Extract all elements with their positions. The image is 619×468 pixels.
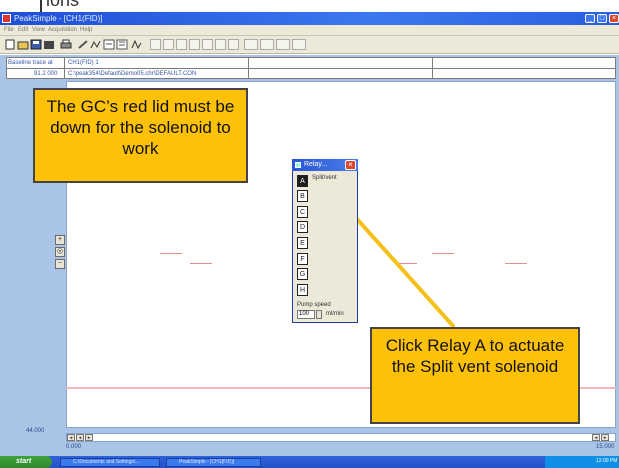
view-mode-3-button[interactable]	[276, 39, 290, 50]
menu-acquisition[interactable]: Acquisition	[48, 26, 77, 35]
view-mode-1-button[interactable]	[244, 39, 258, 50]
relay-window-icon	[295, 162, 301, 168]
scroll-left-button[interactable]: ◂	[67, 434, 75, 441]
scroll-right-page-button[interactable]: ▸	[85, 434, 93, 441]
calibration-icon[interactable]	[103, 39, 115, 50]
flow-input[interactable]: 100	[297, 310, 315, 319]
page-bracket	[40, 0, 42, 12]
page-fragment-text: ions	[46, 0, 80, 10]
relay-h-button[interactable]: H	[297, 284, 308, 296]
menu-edit[interactable]: Edit	[18, 26, 28, 35]
info-column-divider	[64, 57, 65, 79]
relay-a-label: Split/vent	[312, 175, 337, 181]
channel-5-button[interactable]	[202, 39, 213, 50]
channel-6-button[interactable]	[215, 39, 226, 50]
window-title: PeakSimple - [CH1(FID)]	[14, 14, 103, 23]
minimize-button[interactable]: _	[585, 14, 595, 23]
range-value: 91.2 000	[34, 71, 58, 77]
tray-clock: 12:00 PM	[596, 458, 618, 464]
close-button[interactable]: ×	[609, 14, 619, 23]
callout-red-lid: The GC’s red lid must be down for the so…	[33, 88, 248, 183]
new-file-icon[interactable]	[4, 39, 16, 50]
open-folder-icon[interactable]	[17, 39, 29, 50]
menu-file[interactable]: File	[4, 26, 14, 35]
menu-help[interactable]: Help	[80, 26, 92, 35]
save-icon[interactable]	[30, 39, 42, 50]
trace-segment	[505, 263, 527, 264]
channel-value: CH1(FID) 1	[68, 60, 99, 66]
horizontal-scrollbar[interactable]	[66, 433, 616, 442]
zoom-fit-icon[interactable]: ◎	[55, 247, 65, 257]
file-path: C:\peak354\Default\Demo05.chr\DEFAULT.CO…	[68, 71, 197, 77]
zoom-out-icon[interactable]: −	[55, 259, 65, 269]
trace-segment	[190, 263, 212, 264]
channel-3-button[interactable]	[176, 39, 187, 50]
results-icon[interactable]	[116, 39, 128, 50]
info-divider	[6, 68, 616, 69]
info-column-divider	[432, 57, 433, 79]
taskbar-item-explorer[interactable]: C:\Documents and Settings\...	[60, 458, 160, 467]
relay-b-button[interactable]: B	[297, 190, 308, 202]
app-icon	[2, 14, 11, 23]
start-button[interactable]: start	[0, 456, 52, 468]
overlay-icon[interactable]	[131, 39, 143, 50]
view-mode-4-button[interactable]	[292, 39, 306, 50]
relay-close-button[interactable]: ×	[345, 160, 356, 170]
print-icon[interactable]	[60, 39, 72, 50]
view-mode-2-button[interactable]	[260, 39, 274, 50]
channel-4-button[interactable]	[189, 39, 200, 50]
relay-d-button[interactable]: D	[297, 221, 308, 233]
scroll-zoom-button[interactable]: ◂	[592, 434, 600, 441]
zoom-in-icon[interactable]: +	[55, 235, 65, 245]
scroll-left-page-button[interactable]: ◂	[76, 434, 84, 441]
x-axis-end-label: 15.000	[596, 444, 615, 450]
integration-icon[interactable]	[90, 39, 102, 50]
open-chromatogram-icon[interactable]	[43, 39, 55, 50]
taskbar-item-peaksimple[interactable]: PeakSimple - [CH1(FID)]	[166, 458, 261, 467]
relay-e-button[interactable]: E	[297, 237, 308, 249]
callout-relay-a: Click Relay A to actuate the Split vent …	[370, 327, 580, 424]
relay-a-button[interactable]: A	[297, 175, 308, 187]
flow-spinner[interactable]	[316, 310, 322, 319]
channel-1-button[interactable]	[150, 39, 161, 50]
channel-7-button[interactable]	[228, 39, 239, 50]
menu-view[interactable]: View	[32, 26, 45, 35]
channel-2-button[interactable]	[163, 39, 174, 50]
x-axis-start-label: 0.000	[66, 444, 82, 450]
y-axis-bottom-label: 44.000	[26, 428, 45, 434]
baseline-label: Baseline trace at	[8, 60, 53, 66]
maximize-button[interactable]: □	[597, 14, 607, 23]
relay-f-button[interactable]: F	[297, 253, 308, 265]
relay-title: Relay...	[304, 161, 328, 168]
flow-unit: ml/min	[326, 311, 344, 317]
info-column-divider	[248, 57, 249, 79]
relay-g-button[interactable]: G	[297, 268, 308, 280]
pencil-icon[interactable]	[77, 39, 89, 50]
scroll-right-button[interactable]: ▸	[601, 434, 609, 441]
menu-bar	[0, 25, 619, 36]
flow-label: Pump speed	[297, 302, 331, 308]
trace-segment	[160, 253, 182, 254]
relay-c-button[interactable]: C	[297, 206, 308, 218]
